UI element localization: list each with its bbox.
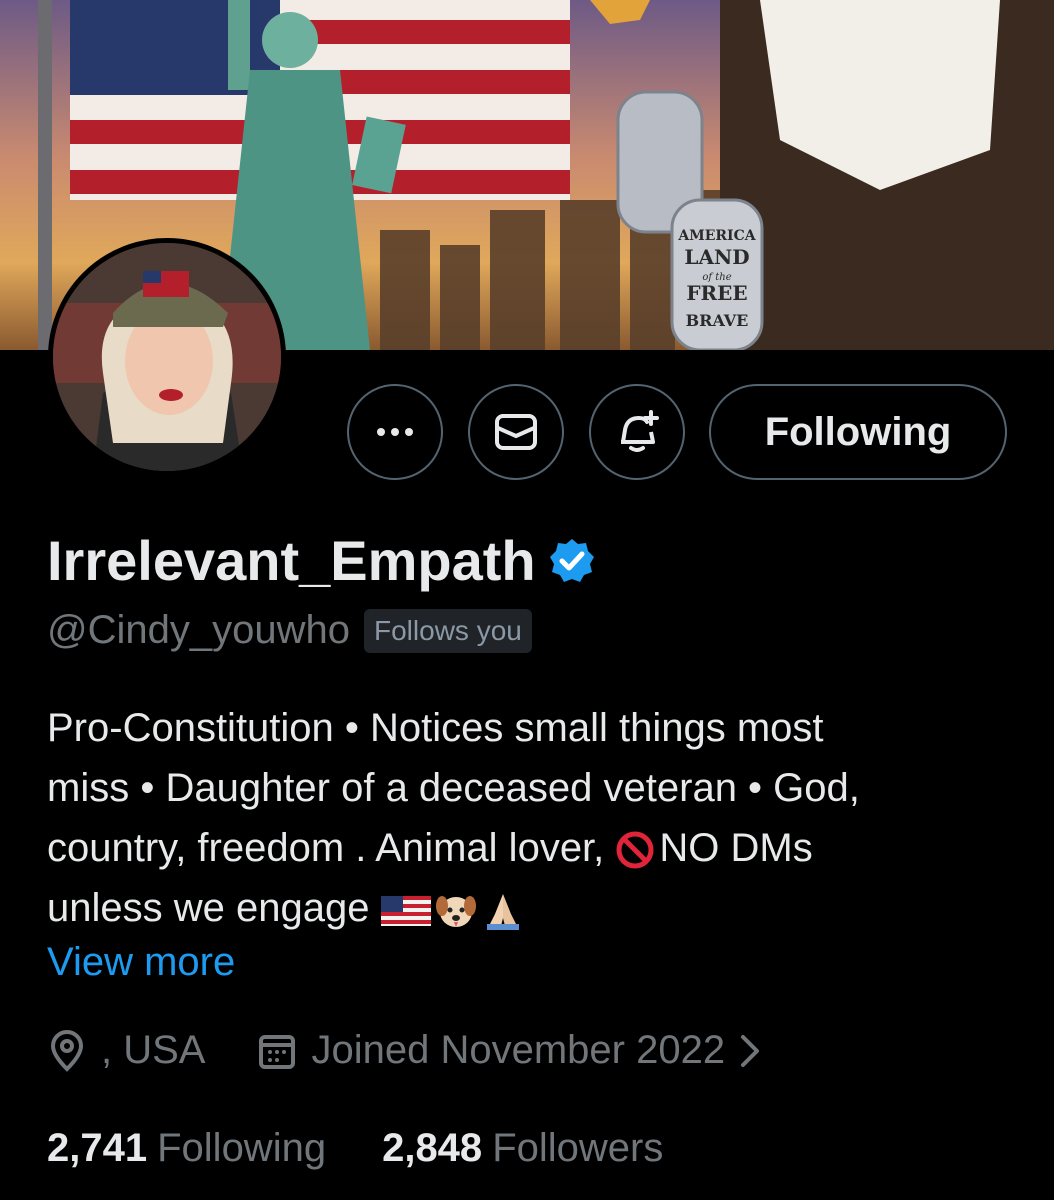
bio-line-3-text: country, freedom . Animal lover, — [47, 826, 616, 870]
bio-line-4-text: unless we engage — [47, 886, 381, 930]
verified-badge-icon[interactable] — [548, 537, 596, 585]
chevron-right-icon[interactable] — [739, 1033, 761, 1069]
bio-line-1: Pro-Constitution • Notices small things … — [47, 706, 824, 750]
avatar[interactable] — [48, 238, 286, 476]
notifications-button[interactable] — [589, 384, 685, 480]
more-options-button[interactable] — [347, 384, 443, 480]
dog-tag-line-5: BRAVE — [686, 311, 749, 330]
folded-hands-emoji — [486, 894, 519, 931]
dog-tag-line-2: LAND — [684, 245, 749, 269]
dog-face-emoji — [435, 896, 476, 928]
location-pin-icon — [50, 1029, 84, 1072]
follows-you-badge: Follows you — [364, 608, 532, 653]
profile-meta: , USA Joined November 2022 — [47, 1028, 761, 1073]
display-name: Irrelevant_Empath — [47, 529, 536, 592]
bio-line-3: country, freedom . Animal lover, NO DMs — [47, 818, 1007, 878]
avatar-image — [53, 243, 281, 471]
following-button[interactable]: Following — [709, 384, 1007, 480]
message-button[interactable] — [468, 384, 564, 480]
more-horizontal-icon — [377, 428, 413, 436]
joined-date[interactable]: Joined November 2022 — [311, 1028, 725, 1073]
following-stat[interactable]: 2,741 Following — [47, 1126, 326, 1171]
handle-row: @Cindy_youwho Follows you — [47, 608, 532, 653]
no-entry-emoji — [616, 831, 654, 869]
following-count: 2,741 — [47, 1126, 148, 1170]
bio-line-2: miss • Daughter of a deceased veteran • … — [47, 766, 860, 810]
followers-label: Followers — [492, 1126, 664, 1170]
bell-plus-icon — [621, 410, 659, 452]
display-name-row: Irrelevant_Empath — [47, 528, 596, 593]
calendar-icon — [259, 1034, 296, 1069]
bio-line-4: unless we engage — [47, 878, 1007, 938]
envelope-icon — [495, 414, 537, 450]
location-text: , USA — [101, 1028, 206, 1072]
us-flag-emoji — [380, 896, 431, 927]
bio: Pro-Constitution • Notices small things … — [47, 698, 1007, 938]
view-more-link[interactable]: View more — [47, 940, 235, 985]
followers-count: 2,848 — [382, 1126, 483, 1170]
following-label: Following — [157, 1126, 327, 1170]
bio-line-3-no-dms: NO DMs — [659, 826, 813, 870]
dog-tag-line-1: AMERICA — [677, 228, 756, 244]
follow-stats: 2,741 Following 2,848 Followers — [47, 1126, 663, 1171]
followers-stat[interactable]: 2,848 Followers — [382, 1126, 663, 1171]
handle: @Cindy_youwho — [47, 608, 350, 652]
dog-tag-line-4: FREE — [686, 281, 747, 305]
